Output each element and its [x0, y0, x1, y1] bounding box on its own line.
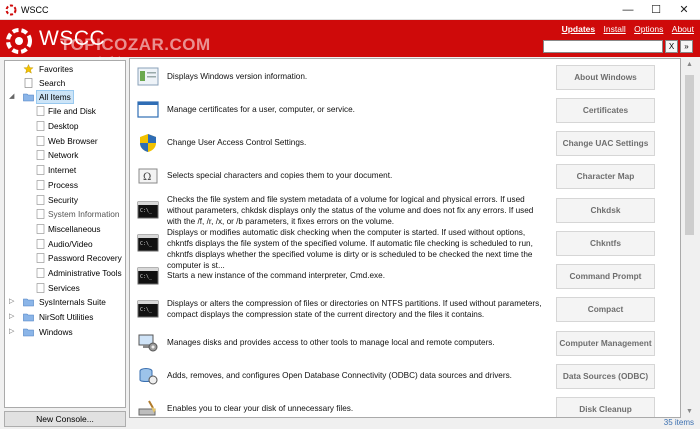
options-link[interactable]: Options — [634, 24, 663, 34]
page-icon — [36, 150, 45, 160]
scroll-thumb[interactable] — [685, 75, 694, 235]
scroll-up-icon[interactable]: ▲ — [683, 58, 696, 71]
page-icon — [36, 121, 45, 131]
change-uac-settings-button[interactable]: Change UAC Settings — [556, 131, 655, 156]
tool-row: Enables you to clear your disk of unnece… — [130, 392, 680, 417]
tool-description: Change User Access Control Settings. — [167, 138, 307, 147]
tool-row: C:\_ Displays or modifies automatic disk… — [130, 226, 680, 270]
folder-icon — [23, 298, 34, 307]
tool-row: C:\_ Starts a new instance of the comman… — [130, 259, 680, 292]
page-icon — [36, 165, 45, 175]
folder-icon — [23, 93, 34, 102]
page-icon — [36, 283, 45, 293]
svg-text:C:\_: C:\_ — [140, 208, 153, 214]
console-icon: C:\_ — [137, 201, 159, 219]
console-icon: C:\_ — [137, 267, 159, 285]
updates-link[interactable]: Updates — [562, 24, 596, 34]
minimize-button[interactable]: — — [614, 0, 642, 20]
page-icon — [36, 106, 45, 116]
vertical-scrollbar[interactable]: ▲ ▼ — [683, 58, 696, 418]
page-icon — [36, 180, 45, 190]
app-header: WSCC TOPICOZAR.COM تاپيکوزار Updates Ins… — [0, 20, 700, 64]
wscc-logo-icon — [6, 28, 32, 54]
clear-search-button[interactable]: X — [665, 40, 678, 53]
computer-management-button[interactable]: Computer Management — [556, 331, 655, 356]
maximize-button[interactable]: ☐ — [642, 0, 670, 20]
install-link[interactable]: Install — [604, 24, 626, 34]
page-icon — [36, 239, 45, 249]
folder-icon — [23, 313, 34, 322]
tool-description: Displays Windows version information. — [167, 72, 308, 81]
expand-chevron-icon[interactable]: ▷ — [9, 295, 17, 309]
disk-cleanup-icon — [138, 400, 156, 416]
search-page-icon — [24, 78, 33, 88]
tool-row: Displays Windows version information. Ab… — [130, 60, 680, 93]
odbc-icon — [139, 368, 158, 385]
data-sources-odbc-button[interactable]: Data Sources (ODBC) — [556, 364, 655, 389]
uac-shield-icon — [140, 134, 156, 152]
search-go-button[interactable]: » — [680, 40, 693, 53]
svg-text:C:\_: C:\_ — [140, 307, 153, 313]
console-icon: C:\_ — [137, 234, 159, 252]
tool-description: Adds, removes, and configures Open Datab… — [167, 371, 512, 380]
page-icon — [36, 224, 45, 234]
tool-row: C:\_ Checks the file system and file sys… — [130, 193, 680, 226]
about-link[interactable]: About — [672, 24, 694, 34]
tool-list: Displays Windows version information. Ab… — [129, 58, 681, 418]
command-prompt-button[interactable]: Command Prompt — [556, 264, 655, 289]
chkntfs-button[interactable]: Chkntfs — [556, 231, 655, 256]
certificates-button[interactable]: Certificates — [556, 98, 655, 123]
header-links: Updates Install Options About — [556, 24, 694, 34]
computer-management-icon — [138, 334, 158, 352]
folder-icon — [23, 328, 34, 337]
tool-row: Manage certificates for a user, computer… — [130, 93, 680, 126]
item-count: 35 items — [663, 418, 694, 427]
scroll-down-icon[interactable]: ▼ — [683, 405, 696, 418]
tool-row: Change User Access Control Settings. Cha… — [130, 126, 680, 159]
tool-description: Enables you to clear your disk of unnece… — [167, 404, 354, 413]
tool-row: Manages disks and provides access to oth… — [130, 326, 680, 359]
close-button[interactable]: ✕ — [670, 0, 698, 20]
app-icon — [5, 4, 17, 16]
expand-chevron-icon[interactable]: ▷ — [9, 310, 17, 324]
tool-description: Selects special characters and copies th… — [167, 171, 393, 180]
page-icon — [36, 209, 45, 219]
certificate-icon — [137, 101, 159, 118]
tool-description: Manages disks and provides access to oth… — [167, 338, 495, 347]
category-tree[interactable]: Favorites Search ◢ All Items File and Di… — [4, 60, 126, 408]
about-windows-button[interactable]: About Windows — [556, 65, 655, 90]
character-map-button[interactable]: Character Map — [556, 164, 655, 189]
watermark: TOPICOZAR.COM — [60, 35, 211, 54]
window-title: WSCC — [21, 5, 49, 15]
disk-cleanup-button[interactable]: Disk Cleanup — [556, 397, 655, 417]
expand-chevron-icon[interactable]: ▷ — [9, 325, 17, 339]
tool-description: Manage certificates for a user, computer… — [167, 105, 355, 114]
tool-row: C:\_ Displays or alters the compression … — [130, 292, 680, 325]
charmap-icon: Ω — [138, 168, 158, 184]
compact-button[interactable]: Compact — [556, 297, 655, 322]
tool-description: Starts a new instance of the command int… — [167, 271, 385, 280]
title-bar: WSCC — ☐ ✕ — [0, 0, 700, 20]
tool-description: Displays or alters the compression of fi… — [167, 299, 542, 319]
console-icon: C:\_ — [137, 300, 159, 318]
page-icon — [36, 195, 45, 205]
tool-row: Ω Selects special characters and copies … — [130, 159, 680, 192]
svg-text:C:\_: C:\_ — [140, 274, 153, 280]
page-icon — [36, 268, 45, 278]
star-icon — [23, 64, 34, 74]
page-icon — [36, 136, 45, 146]
tool-row: Adds, removes, and configures Open Datab… — [130, 359, 680, 392]
collapse-chevron-icon[interactable]: ◢ — [9, 90, 17, 104]
new-console-button[interactable]: New Console... — [4, 411, 126, 427]
chkdsk-button[interactable]: Chkdsk — [556, 198, 655, 223]
search-input[interactable] — [543, 40, 663, 53]
svg-text:Ω: Ω — [143, 172, 151, 183]
tool-description: Checks the file system and file system m… — [167, 195, 534, 226]
svg-text:C:\_: C:\_ — [140, 241, 153, 247]
page-icon — [36, 253, 45, 263]
winver-icon — [137, 67, 159, 86]
